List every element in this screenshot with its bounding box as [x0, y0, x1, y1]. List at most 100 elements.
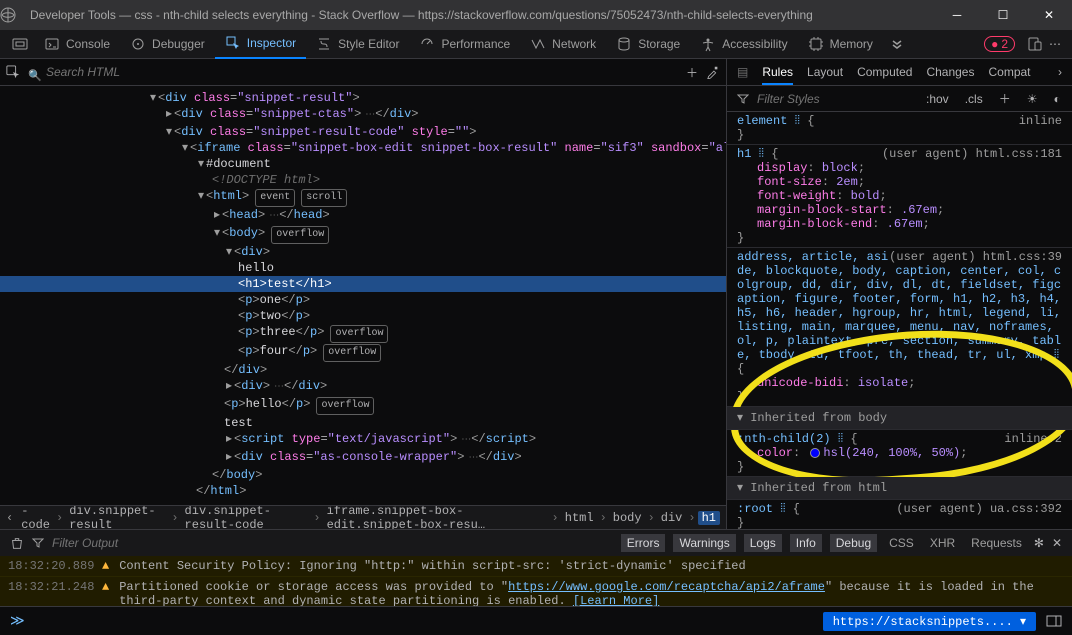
search-html-input[interactable]: [26, 65, 203, 79]
markup-node[interactable]: ▾#document: [0, 156, 726, 172]
breadcrumb-item[interactable]: body: [609, 511, 646, 525]
filter-icon[interactable]: ▤: [737, 65, 748, 79]
filter-output-input[interactable]: [52, 536, 613, 550]
markup-node[interactable]: ▾<body>overflow: [0, 225, 726, 244]
markup-node[interactable]: <!DOCTYPE html>: [0, 172, 726, 188]
xhr-filter-toggle[interactable]: XHR: [926, 534, 959, 552]
light-scheme-icon[interactable]: ☀: [1023, 92, 1042, 106]
markup-node[interactable]: ▾<html>eventscroll: [0, 188, 726, 207]
titlebar: Developer Tools — css - nth-child select…: [0, 0, 1072, 30]
breadcrumb-item[interactable]: -code: [17, 505, 54, 529]
tab-network[interactable]: Network: [520, 30, 606, 59]
clear-console-icon[interactable]: [10, 536, 24, 550]
sidebar-tab-compat[interactable]: Compat: [988, 65, 1030, 79]
info-filter-button[interactable]: Info: [790, 534, 822, 552]
frame-picker-icon[interactable]: [6, 36, 34, 52]
breadcrumb-item[interactable]: html: [561, 511, 598, 525]
tab-style-editor[interactable]: Style Editor: [306, 30, 409, 59]
close-button[interactable]: ✕: [1026, 0, 1072, 30]
filter-styles-input[interactable]: [757, 92, 914, 106]
tab-debugger[interactable]: Debugger: [120, 30, 215, 59]
iframe-context-chip[interactable]: https://stacksnippets....: [823, 612, 1036, 631]
sidebar-tab-computed[interactable]: Computed: [857, 65, 912, 79]
css-rule[interactable]: inlineelement ⦙⦙ {}: [727, 112, 1072, 145]
markup-node[interactable]: <p>three</p>overflow: [0, 324, 726, 343]
console-message: 18:32:20.889▲Content Security Policy: Ig…: [0, 556, 1072, 577]
markup-node[interactable]: ▸<div class="snippet-ctas">⋯</div>: [0, 106, 726, 124]
markup-tree[interactable]: ▾<div class="snippet-result">▸<div class…: [0, 86, 726, 505]
breadcrumb-item[interactable]: div.snippet-result: [65, 505, 169, 529]
inherited-section-header: ▾ Inherited from body: [727, 407, 1072, 430]
markup-node[interactable]: ▾<div class="snippet-result-code" style=…: [0, 124, 726, 140]
split-pane-icon[interactable]: [1046, 613, 1062, 629]
tab-inspector[interactable]: Inspector: [215, 30, 306, 59]
markup-node[interactable]: ▸<div class="as-console-wrapper">⋯</div>: [0, 449, 726, 467]
toolbox-tabs: ConsoleDebuggerInspectorStyle EditorPerf…: [0, 30, 1072, 59]
inherited-section-header: ▾ Inherited from html: [727, 477, 1072, 500]
toolbox-menu-icon[interactable]: ⋯: [1049, 37, 1062, 51]
tab-accessibility[interactable]: Accessibility: [690, 30, 797, 59]
markup-node[interactable]: </body>: [0, 467, 726, 483]
css-rule[interactable]: (user agent) html.css:181h1 ⦙⦙ {display:…: [727, 145, 1072, 248]
sidebar-tab-overflow-icon[interactable]: ›: [1058, 65, 1062, 79]
class-panel-button[interactable]: .cls: [961, 92, 987, 106]
tab-storage[interactable]: Storage: [606, 30, 690, 59]
breadcrumb-item[interactable]: div.snippet-result-code: [181, 505, 312, 529]
debug-filter-button[interactable]: Debug: [830, 534, 877, 552]
markup-node[interactable]: <p>hello</p>overflow: [0, 396, 726, 415]
markup-node[interactable]: <h1>test</h1>: [0, 276, 726, 292]
markup-node[interactable]: ▸<script type="text/javascript">⋯</scrip…: [0, 431, 726, 449]
minimize-button[interactable]: ─: [934, 0, 980, 30]
console-settings-icon[interactable]: ✻: [1034, 536, 1044, 550]
breadcrumb-item[interactable]: iframe.snippet-box-edit.snippet-box-resu…: [323, 505, 550, 529]
markup-node[interactable]: ▸<div>⋯</div>: [0, 378, 726, 396]
css-rule[interactable]: (user agent) ua.css:392:root ⦙⦙ {}: [727, 500, 1072, 529]
warnings-filter-button[interactable]: Warnings: [673, 534, 735, 552]
add-node-icon[interactable]: ＋: [686, 64, 698, 81]
console-prompt[interactable]: ≫: [10, 613, 25, 630]
console-message: 18:32:21.248▲Partitioned cookie or stora…: [0, 577, 1072, 606]
dark-scheme-icon[interactable]: ◐: [1049, 92, 1064, 106]
rules-view: inlineelement ⦙⦙ {}(user agent) html.css…: [727, 112, 1072, 529]
errors-filter-button[interactable]: Errors: [621, 534, 666, 552]
breadcrumb-item[interactable]: div: [657, 511, 687, 525]
pseudo-hov-button[interactable]: :hov: [922, 92, 953, 106]
filter-icon: [32, 537, 44, 549]
responsive-mode-icon[interactable]: [1027, 36, 1043, 52]
eyedropper-icon[interactable]: [706, 65, 720, 79]
new-rule-icon[interactable]: ＋: [995, 90, 1015, 107]
markup-node[interactable]: ▾<div class="snippet-result">: [0, 90, 726, 106]
close-split-console-icon[interactable]: ✕: [1052, 536, 1062, 550]
tab-console[interactable]: Console: [34, 30, 120, 59]
breadcrumb-item[interactable]: h1: [698, 511, 720, 525]
css-rule[interactable]: inline:2:nth-child(2) ⦙⦙ {color: hsl(240…: [727, 430, 1072, 477]
requests-filter-toggle[interactable]: Requests: [967, 534, 1026, 552]
markup-node[interactable]: hello: [0, 260, 726, 276]
markup-node[interactable]: <p>two</p>: [0, 308, 726, 324]
markup-node[interactable]: <p>one</p>: [0, 292, 726, 308]
window-title: Developer Tools — css - nth-child select…: [30, 8, 934, 22]
error-count-badge[interactable]: ● 2: [984, 36, 1015, 52]
markup-node[interactable]: ▸<head>⋯</head>: [0, 207, 726, 225]
sidebar-tabs: ▤ Rules Layout Computed Changes Compat ›: [727, 59, 1072, 86]
markup-node[interactable]: test: [0, 415, 726, 431]
css-rule[interactable]: (user agent) html.css:39address, article…: [727, 248, 1072, 407]
tab-performance[interactable]: Performance: [409, 30, 520, 59]
element-picker-icon[interactable]: [6, 65, 20, 79]
logs-filter-button[interactable]: Logs: [744, 534, 782, 552]
breadcrumbs[interactable]: ‹ -code›div.snippet-result›div.snippet-r…: [0, 505, 726, 529]
markup-node[interactable]: ▾<div>: [0, 244, 726, 260]
tab-memory[interactable]: Memory: [798, 30, 883, 59]
sidebar-tab-changes[interactable]: Changes: [926, 65, 974, 79]
tab-overflow[interactable]: [883, 30, 911, 59]
markup-node[interactable]: </html>: [0, 483, 726, 499]
maximize-button[interactable]: ☐: [980, 0, 1026, 30]
markup-node[interactable]: </div>: [0, 362, 726, 378]
sidebar-tab-layout[interactable]: Layout: [807, 65, 843, 79]
markup-node[interactable]: <p>four</p>overflow: [0, 343, 726, 362]
console-output: 18:32:20.889▲Content Security Policy: Ig…: [0, 556, 1072, 606]
css-filter-toggle[interactable]: CSS: [885, 534, 918, 552]
markup-node[interactable]: ▾<iframe class="snippet-box-edit snippet…: [0, 140, 726, 156]
breadcrumb-prev-icon[interactable]: ‹: [6, 511, 13, 525]
sidebar-tab-rules[interactable]: Rules: [762, 65, 793, 85]
